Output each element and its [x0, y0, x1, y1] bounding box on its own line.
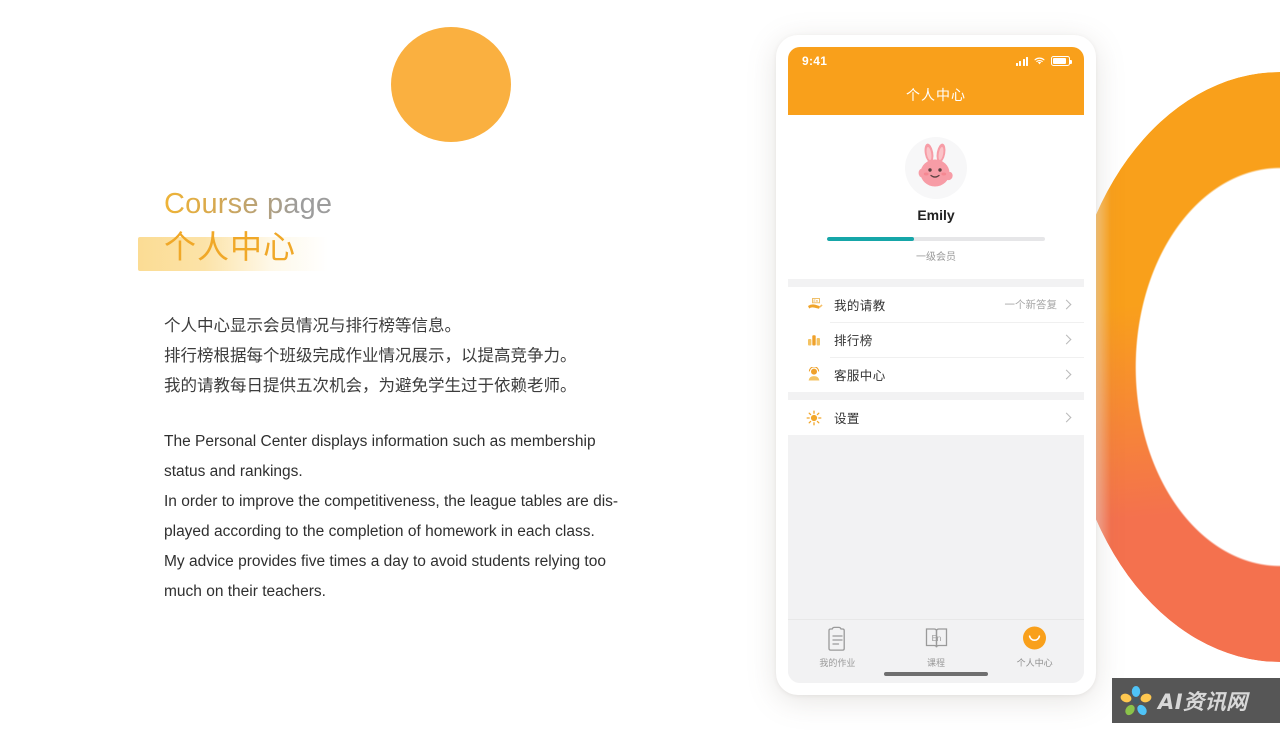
menu-item-my-questions[interactable]: En 我的请教 一个新答复 [788, 287, 1084, 322]
description-english: The Personal Center displays information… [164, 427, 684, 607]
menu-item-label: 排行榜 [834, 333, 873, 348]
svg-text:En: En [813, 298, 818, 303]
description-en-line: In order to improve the competitiveness,… [164, 493, 619, 510]
status-indicators [1015, 56, 1072, 66]
watermark-text: AI资讯网 [1158, 689, 1248, 714]
navbar-title: 个人中心 [906, 88, 966, 104]
sun-settings-icon [804, 410, 824, 426]
menu-item-settings[interactable]: 设置 [788, 400, 1084, 435]
membership-progress-bar [827, 237, 1045, 241]
clipboard-icon [828, 626, 845, 651]
menu-item-label: 设置 [834, 411, 860, 426]
chevron-right-icon [1061, 299, 1072, 310]
tab-courses[interactable]: En 课程 [887, 626, 986, 669]
chevron-right-icon [1061, 369, 1072, 380]
watermark: AI资讯网 [1112, 678, 1280, 723]
wifi-icon [1034, 57, 1045, 65]
description-column: Course page 个人中心 个人中心显示会员情况与排行榜等信息。 排行榜根… [138, 185, 684, 607]
customer-service-icon [804, 367, 824, 382]
status-bar: 9:41 [788, 47, 1084, 75]
description-cn-line: 排行榜根据每个班级完成作业情况展示，以提高竞争力。 [164, 346, 577, 365]
description-en-line: The Personal Center displays information… [164, 433, 596, 450]
tab-label: 我的作业 [819, 659, 856, 669]
tab-profile[interactable]: 个人中心 [985, 626, 1084, 669]
description-en-line: played according to the completion of ho… [164, 523, 595, 540]
description-en-line: much on their teachers. [164, 583, 326, 600]
page-canvas: Course page 个人中心 个人中心显示会员情况与排行榜等信息。 排行榜根… [0, 0, 1280, 733]
profile-card: Emily 一级会员 [788, 115, 1084, 279]
page-title-english: Course page [164, 185, 684, 223]
membership-level-label: 一级会员 [916, 252, 956, 263]
bunny-avatar-icon [918, 143, 953, 187]
tab-my-homework[interactable]: 我的作业 [788, 626, 887, 669]
menu-item-customer-service[interactable]: 客服中心 [788, 357, 1084, 392]
home-indicator[interactable] [884, 672, 988, 676]
phone-topbar: 9:41 个人中心 [788, 47, 1084, 115]
page-title-chinese: 个人中心 [164, 228, 297, 266]
teaching-hand-icon: En [804, 297, 824, 312]
phone-mockup: 9:41 个人中心 Emily 一级会员 En 我的请教 一个新答复 排行榜 客… [776, 35, 1096, 695]
decorative-orange-circle [391, 27, 511, 142]
avatar[interactable] [905, 137, 967, 199]
membership-progress-fill [827, 237, 915, 241]
english-book-icon: En [925, 628, 947, 648]
phone-screen: 9:41 个人中心 Emily 一级会员 En 我的请教 一个新答复 排行榜 客… [788, 47, 1084, 683]
svg-text:En: En [931, 634, 941, 643]
chevron-right-icon [1061, 412, 1072, 423]
description-cn-line: 个人中心显示会员情况与排行榜等信息。 [164, 316, 461, 335]
battery-icon [1051, 56, 1072, 66]
tab-label: 个人中心 [1016, 659, 1053, 669]
signal-bars-icon [1015, 56, 1028, 66]
chevron-right-icon [1061, 334, 1072, 345]
description-en-line: My advice provides five times a day to a… [164, 553, 606, 570]
flower-logo-icon [1120, 685, 1152, 715]
menu-item-label: 我的请教 [834, 298, 886, 313]
profile-username: Emily [917, 207, 955, 223]
tab-label: 课程 [927, 659, 946, 669]
page-title-chinese-wrap: 个人中心 [138, 225, 328, 271]
description-en-line: status and rankings. [164, 463, 303, 480]
screen-content: Emily 一级会员 En 我的请教 一个新答复 排行榜 客服中心 设置 [788, 115, 1084, 619]
decorative-ring [1065, 72, 1280, 662]
menu-item-leaderboard[interactable]: 排行榜 [788, 322, 1084, 357]
decorative-ring-shape [1065, 72, 1280, 662]
menu-item-badge: 一个新答复 [1004, 299, 1058, 311]
smiley-profile-icon [1023, 626, 1047, 650]
menu-item-label: 客服中心 [834, 368, 886, 383]
menu-group-primary: En 我的请教 一个新答复 排行榜 客服中心 [788, 287, 1084, 392]
description-cn-line: 我的请教每日提供五次机会，为避免学生过于依赖老师。 [164, 376, 577, 395]
menu-group-settings: 设置 [788, 400, 1084, 435]
status-time: 9:41 [802, 54, 828, 68]
bar-chart-icon [804, 332, 824, 347]
description-chinese: 个人中心显示会员情况与排行榜等信息。 排行榜根据每个班级完成作业情况展示，以提高… [164, 311, 684, 401]
